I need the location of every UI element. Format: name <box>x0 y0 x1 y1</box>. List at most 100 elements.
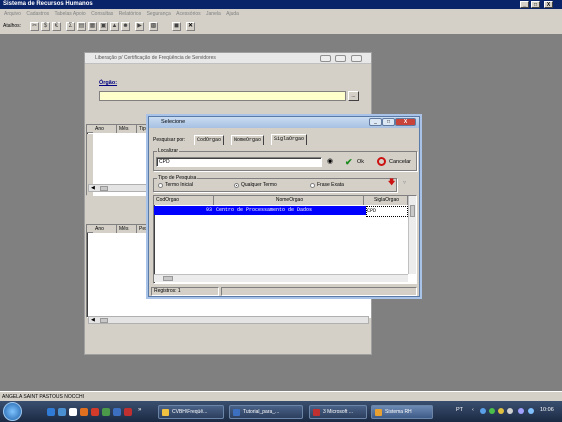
row-sigla[interactable]: CPD <box>366 206 408 217</box>
child-minimize-button[interactable] <box>320 55 331 62</box>
folder-icon[interactable] <box>58 408 66 416</box>
ok-button[interactable]: ✔ Ok <box>345 156 369 168</box>
col-siglaorgao[interactable]: SiglaOrgao <box>364 196 408 205</box>
firefox-icon[interactable] <box>80 408 88 416</box>
grid-icon[interactable]: ▦ <box>88 22 97 31</box>
clock[interactable]: 10:06 <box>540 407 554 413</box>
language-indicator[interactable]: PT <box>456 407 463 413</box>
task-button-3[interactable]: 3 Microsoft ... <box>309 405 367 419</box>
money-icon[interactable]: € <box>52 22 61 31</box>
radio-qualquer-termo-label[interactable]: Qualquer Termo <box>241 182 277 189</box>
grid2-col-mes[interactable]: Mês <box>117 225 137 233</box>
grid2-scroll-thumb[interactable] <box>100 318 108 323</box>
results-vertical-scrollbar[interactable] <box>408 196 416 274</box>
col-codorgao[interactable]: CodOrgao <box>154 196 214 205</box>
radio-termo-inicial[interactable] <box>158 183 163 188</box>
close-icon[interactable]: ✕ <box>186 22 195 31</box>
calc-icon[interactable]: ▩ <box>149 22 158 31</box>
radio-frase-exata[interactable] <box>310 183 315 188</box>
scroll-left-icon[interactable]: ◀ <box>91 317 95 324</box>
orgao-field[interactable] <box>99 91 346 101</box>
report-icon[interactable]: ▤ <box>77 22 86 31</box>
child-close-button[interactable] <box>351 55 362 62</box>
cut-icon[interactable]: ✂ <box>30 22 39 31</box>
menu-tabelas-apoio[interactable]: Tabelas Apoio <box>55 11 86 17</box>
start-button[interactable] <box>3 402 22 421</box>
results-horizontal-scrollbar[interactable] <box>154 274 408 282</box>
results-hscroll-thumb[interactable] <box>163 276 173 281</box>
menu-consultas[interactable]: Consultas <box>91 11 113 17</box>
menu-ajuda[interactable]: Ajuda <box>226 11 239 17</box>
menu-relatorios[interactable]: Relatórios <box>119 11 142 17</box>
child-maximize-button[interactable] <box>335 55 346 62</box>
col-nomeorgao[interactable]: NomeOrgao <box>214 196 364 205</box>
cancel-button[interactable]: Cancelar <box>377 156 417 168</box>
dollar-icon[interactable]: $ <box>41 22 50 31</box>
exit-icon[interactable]: ▶ <box>135 22 144 31</box>
cancel-label: Cancelar <box>389 159 412 165</box>
menu-seguranca[interactable]: Segurança <box>147 11 171 17</box>
building-icon[interactable]: ▣ <box>99 22 108 31</box>
status-bar: ANGELA SAINT PASTOUS NOCCHI <box>0 391 562 401</box>
menu-acessorios[interactable]: Acessórios <box>176 11 200 17</box>
grid2-col-ano[interactable]: Ano <box>93 225 117 233</box>
binoculars-icon[interactable]: ◉ <box>325 157 335 167</box>
grid1-col-mes[interactable]: Mês <box>117 125 137 133</box>
tray-icon-4[interactable] <box>507 408 513 414</box>
tab-nomeorgao[interactable]: NomeOrgao <box>231 135 265 145</box>
sigma-icon[interactable]: Σ <box>66 22 75 31</box>
chevron-left-icon[interactable]: ‹ <box>472 407 474 413</box>
row-nome: Centro de Processamento de Dados <box>216 207 313 213</box>
search-input[interactable]: CPD <box>156 157 322 167</box>
task-label-4: Sistema RH <box>385 409 412 415</box>
radio-frase-exata-label[interactable]: Frase Exata <box>317 182 344 189</box>
grid1-scroll-thumb[interactable] <box>100 186 108 191</box>
radio-termo-inicial-label[interactable]: Termo Inicial <box>165 182 193 189</box>
tray-icon-2[interactable] <box>489 408 495 414</box>
child-window-title: Liberação p/ Certificação de Freqüência … <box>95 55 216 61</box>
menu-janela[interactable]: Janela <box>206 11 221 17</box>
dialog-minimize-button[interactable]: _ <box>369 118 382 126</box>
arrow-down-icon[interactable]: 🡇 <box>388 178 395 189</box>
volume-icon[interactable] <box>518 408 524 414</box>
scroll-left-icon[interactable]: ◀ <box>91 185 95 192</box>
grid2-horizontal-scrollbar[interactable]: ◀ <box>88 316 369 324</box>
results-vscroll-thumb[interactable] <box>410 205 415 217</box>
dialog-close-button[interactable]: X <box>395 118 416 126</box>
tray-icon-3[interactable] <box>498 408 504 414</box>
network-icon[interactable] <box>528 408 534 414</box>
ie-icon[interactable] <box>47 408 55 416</box>
radio-qualquer-termo[interactable] <box>234 183 239 188</box>
orgao-lookup-button[interactable]: ... <box>348 91 359 101</box>
tray-icon-1[interactable] <box>480 408 486 414</box>
search-by-label: Pesquisar por: <box>153 137 186 143</box>
pdf-icon[interactable] <box>124 408 132 416</box>
messenger-icon[interactable] <box>113 408 121 416</box>
table-row[interactable]: 93 Centro de Processamento de Dados CPD <box>154 206 408 217</box>
menu-arquivo[interactable]: Arquivo <box>4 11 21 17</box>
task-button-1[interactable]: CVBH\Freqüê... <box>158 405 224 419</box>
task-button-2[interactable]: Tutorial_para_... <box>229 405 303 419</box>
document-icon[interactable] <box>69 408 77 416</box>
task-label-3: 3 Microsoft ... <box>323 409 354 415</box>
minimize-button[interactable]: _ <box>520 1 529 8</box>
person-icon[interactable]: ☻ <box>121 22 130 31</box>
menu-bar: Arquivo Cadastros Tabelas Apoio Consulta… <box>0 9 562 19</box>
opera-icon[interactable] <box>91 408 99 416</box>
task-label-2: Tutorial_para_... <box>243 409 280 415</box>
disk-icon[interactable]: ◼ <box>172 22 181 31</box>
close-button[interactable]: X <box>544 1 553 8</box>
results-grid[interactable]: CodOrgao NomeOrgao SiglaOrgao 93 Centro … <box>153 195 417 284</box>
maximize-button[interactable]: □ <box>531 1 540 8</box>
tab-codorgao[interactable]: CodOrgao <box>194 135 225 145</box>
chevron-right-icon[interactable]: » <box>138 407 141 413</box>
search-type-label: Tipo de Pesquisa <box>157 175 198 182</box>
tab-siglaorgao[interactable]: SiglaOrgao <box>271 134 308 145</box>
dialog-maximize-button[interactable]: □ <box>382 118 395 126</box>
filter-icon[interactable]: ▿ <box>403 179 406 186</box>
menu-cadastros[interactable]: Cadastros <box>26 11 49 17</box>
task-button-4[interactable]: Sistema RH <box>371 405 433 419</box>
app-icon[interactable] <box>102 408 110 416</box>
grid1-col-ano[interactable]: Ano <box>93 125 117 133</box>
chart-icon[interactable]: ▲ <box>110 22 119 31</box>
